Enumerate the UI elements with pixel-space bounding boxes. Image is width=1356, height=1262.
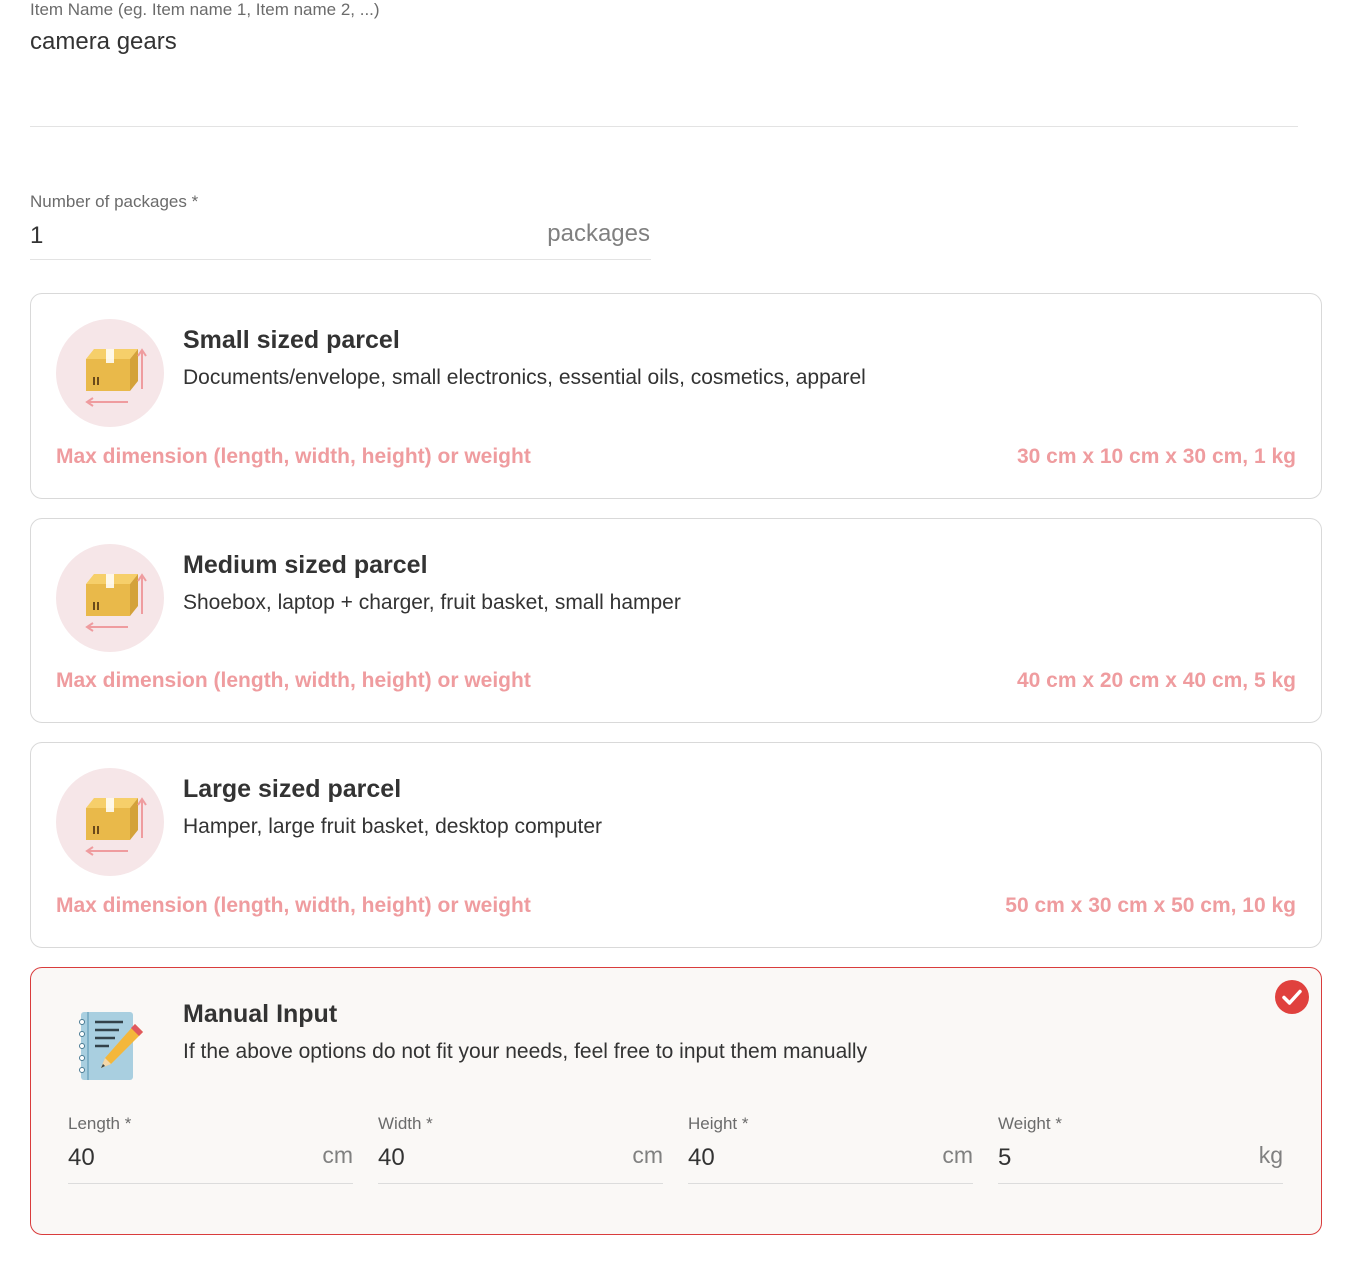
height-field[interactable]: Height * 40 cm — [688, 1114, 973, 1184]
width-unit: cm — [632, 1142, 663, 1168]
dimension-label: Max dimension (length, width, height) or… — [56, 445, 531, 468]
packages-unit: packages — [547, 220, 650, 247]
dimension-value: 40 cm x 20 cm x 40 cm, 5 kg — [1016, 669, 1296, 692]
length-underline — [68, 1183, 353, 1184]
manual-description: If the above options do not fit your nee… — [183, 1040, 868, 1063]
width-input[interactable]: 40 — [378, 1144, 405, 1172]
weight-field[interactable]: Weight * 5 kg — [998, 1114, 1283, 1184]
length-input[interactable]: 40 — [68, 1144, 95, 1172]
item-name-input[interactable]: camera gears — [30, 28, 177, 56]
length-field[interactable]: Length * 40 cm — [68, 1114, 353, 1184]
width-label: Width * — [378, 1114, 433, 1133]
height-label: Height * — [688, 1114, 749, 1133]
length-unit: cm — [322, 1142, 353, 1168]
parcel-option-manual[interactable]: Manual Input If the above options do not… — [30, 967, 1322, 1235]
weight-label: Weight * — [998, 1114, 1062, 1133]
parcel-option-large[interactable]: Large sized parcel Hamper, large fruit b… — [30, 742, 1322, 948]
packages-underline — [30, 259, 651, 260]
dimension-label: Max dimension (length, width, height) or… — [56, 894, 531, 917]
weight-unit: kg — [1258, 1142, 1283, 1168]
height-underline — [688, 1183, 973, 1184]
parcel-box-icon — [56, 544, 164, 652]
height-unit: cm — [942, 1142, 973, 1168]
packages-label: Number of packages * — [30, 192, 199, 211]
parcel-description: Shoebox, laptop + charger, fruit basket,… — [183, 591, 681, 614]
manual-title: Manual Input — [183, 1000, 338, 1028]
parcel-description: Hamper, large fruit basket, desktop comp… — [183, 815, 603, 838]
width-underline — [378, 1183, 663, 1184]
parcel-title: Small sized parcel — [183, 326, 400, 354]
parcel-option-medium[interactable]: Medium sized parcel Shoebox, laptop + ch… — [30, 518, 1322, 723]
length-label: Length * — [68, 1114, 132, 1133]
packages-input[interactable]: 1 — [30, 222, 43, 250]
weight-underline — [998, 1183, 1283, 1184]
item-name-underline — [30, 126, 1298, 127]
parcel-box-icon — [56, 768, 164, 876]
dimension-label: Max dimension (length, width, height) or… — [56, 669, 531, 692]
dimension-value: 50 cm x 30 cm x 50 cm, 10 kg — [1005, 894, 1296, 917]
parcel-description: Documents/envelope, small electronics, e… — [183, 366, 866, 389]
parcel-option-small[interactable]: Small sized parcel Documents/envelope, s… — [30, 293, 1322, 499]
dimension-value: 30 cm x 10 cm x 30 cm, 1 kg — [1016, 445, 1296, 468]
width-field[interactable]: Width * 40 cm — [378, 1114, 663, 1184]
parcel-title: Medium sized parcel — [183, 551, 428, 579]
height-input[interactable]: 40 — [688, 1144, 715, 1172]
weight-input[interactable]: 5 — [998, 1144, 1011, 1172]
item-name-label: Item Name (eg. Item name 1, Item name 2,… — [30, 0, 380, 19]
parcel-box-icon — [56, 319, 164, 427]
selected-check-icon — [1274, 979, 1310, 1015]
notepad-pencil-icon — [75, 1008, 147, 1084]
parcel-title: Large sized parcel — [183, 775, 402, 803]
